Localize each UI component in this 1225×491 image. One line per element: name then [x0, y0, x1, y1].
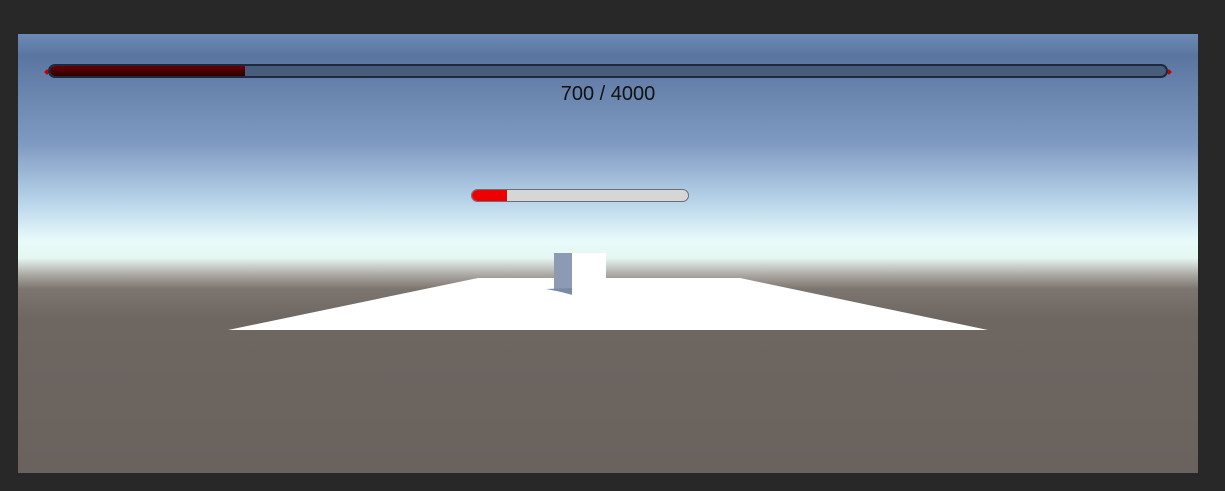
enemy-health-bar: [471, 189, 689, 202]
boss-health-bar: [48, 64, 1168, 78]
floor-platform: [228, 278, 988, 330]
boss-health-text: 700 / 4000: [560, 83, 656, 105]
pillar-block-front: [572, 253, 606, 295]
boss-health-bar-fill: [50, 66, 246, 76]
game-viewport[interactable]: 700 / 4000: [18, 34, 1198, 473]
enemy-health-bar-fill: [472, 190, 507, 201]
